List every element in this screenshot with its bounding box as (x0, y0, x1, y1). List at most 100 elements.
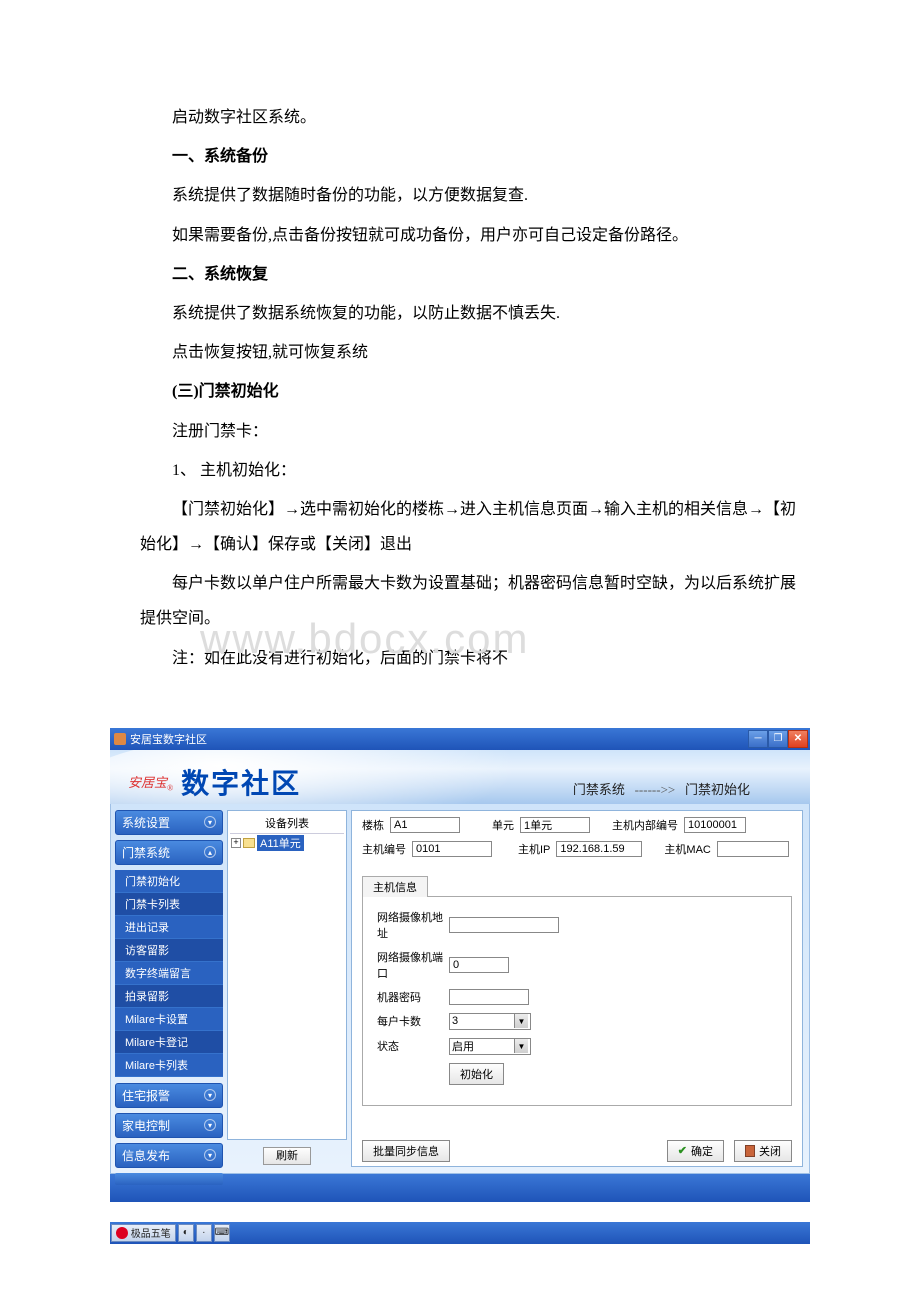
para: 点击恢复按钮,就可恢复系统 (140, 335, 810, 370)
input-camaddr[interactable] (449, 917, 559, 933)
batch-sync-button[interactable]: 批量同步信息 (362, 1140, 450, 1162)
sidebar-item-milare-reg[interactable]: Milare卡登记 (115, 1031, 223, 1054)
chevron-down-icon: ▾ (204, 1089, 216, 1101)
app-window: 安居宝数字社区 ─ ❐ ✕ 安居宝® 数字社区 门禁系统 ------>> 门禁… (110, 728, 810, 1202)
chevron-down-icon: ▾ (204, 1119, 216, 1131)
sidebar-section-alarm[interactable]: 住宅报警 ▾ (115, 1083, 223, 1108)
sidebar-section-access[interactable]: 门禁系统 ▴ (115, 840, 223, 865)
breadcrumb: 门禁系统 ------>> 门禁初始化 (573, 779, 750, 798)
chevron-down-icon: ▾ (204, 1149, 216, 1161)
ok-label: 确定 (691, 1143, 713, 1159)
breadcrumb-b: 门禁初始化 (685, 782, 750, 797)
taskbar-keyboard[interactable]: ⌨ (214, 1224, 230, 1242)
sidebar-item-capture[interactable]: 拍录留影 (115, 985, 223, 1008)
taskbar-dot[interactable]: ∙ (196, 1224, 212, 1242)
label-pwd: 机器密码 (377, 989, 449, 1005)
breadcrumb-a: 门禁系统 (573, 782, 625, 797)
para-note: 注：如在此没有进行初始化，后面的门禁卡将不 (140, 641, 810, 676)
close-form-button[interactable]: 关闭 (734, 1140, 792, 1162)
input-camport[interactable] (449, 957, 509, 973)
tree-node-label: A11单元 (257, 835, 304, 851)
sidebar-section-label: 家电控制 (122, 1117, 170, 1134)
sidebar: 系统设置 ▾ 门禁系统 ▴ 门禁初始化 门禁卡列表 进出记录 访客留影 数字终端… (111, 804, 227, 1173)
chevron-down-icon: ▼ (514, 1014, 528, 1028)
window-titlebar[interactable]: 安居宝数字社区 ─ ❐ ✕ (110, 728, 810, 750)
select-cards[interactable]: 3 ▼ (449, 1013, 531, 1030)
para: 如果需要备份,点击备份按钮就可成功备份，用户亦可自己设定备份路径。 (140, 218, 810, 253)
close-label: 关闭 (759, 1143, 781, 1159)
para: 1、 主机初始化： (140, 453, 810, 488)
select-state[interactable]: 启用 ▼ (449, 1038, 531, 1055)
label-ip: 主机IP (518, 841, 550, 857)
chevron-down-icon: ▼ (514, 1039, 528, 1053)
sidebar-item-cardlist[interactable]: 门禁卡列表 (115, 893, 223, 916)
sidebar-section-label: 系统设置 (122, 814, 170, 831)
input-innerno[interactable] (684, 817, 746, 833)
banner: 安居宝® 数字社区 门禁系统 ------>> 门禁初始化 (110, 750, 810, 804)
heading-1: 一、系统备份 (140, 139, 810, 174)
tab-hostinfo[interactable]: 主机信息 (362, 876, 428, 897)
device-tree[interactable]: 设备列表 + A11单元 (227, 810, 347, 1140)
sidebar-section-appliance[interactable]: 家电控制 ▾ (115, 1113, 223, 1138)
sidebar-section-label: 门禁系统 (122, 844, 170, 861)
input-unit[interactable] (520, 817, 590, 833)
sidebar-section-system[interactable]: 系统设置 ▾ (115, 810, 223, 835)
tree-node[interactable]: + A11单元 (230, 834, 344, 852)
taskbar: 极品五笔 ◐ ∙ ⌨ (110, 1222, 810, 1244)
door-icon (745, 1145, 755, 1157)
check-icon: ✔ (678, 1144, 687, 1157)
ok-button[interactable]: ✔ 确定 (667, 1140, 724, 1162)
label-camaddr: 网络摄像机地址 (377, 909, 449, 941)
input-pwd[interactable] (449, 989, 529, 1005)
sidebar-footer-strip (115, 1173, 223, 1185)
select-state-value: 启用 (452, 1038, 474, 1054)
app-icon (114, 733, 126, 745)
sidebar-items: 门禁初始化 门禁卡列表 进出记录 访客留影 数字终端留言 拍录留影 Milare… (115, 870, 223, 1077)
close-button[interactable]: ✕ (788, 730, 808, 748)
label-building: 楼栋 (362, 817, 384, 833)
folder-icon (243, 838, 255, 848)
para: 注册门禁卡： (140, 414, 810, 449)
init-button[interactable]: 初始化 (449, 1063, 504, 1085)
taskbar-moon[interactable]: ◐ (178, 1224, 194, 1242)
input-building[interactable] (390, 817, 460, 833)
input-mac[interactable] (717, 841, 789, 857)
window-title: 安居宝数字社区 (130, 731, 207, 747)
sidebar-section-info[interactable]: 信息发布 ▾ (115, 1143, 223, 1168)
heading-2: 二、系统恢复 (140, 257, 810, 292)
sidebar-item-terminal[interactable]: 数字终端留言 (115, 962, 223, 985)
tree-header: 设备列表 (230, 813, 344, 834)
ime-icon (116, 1227, 128, 1239)
ime-label: 极品五笔 (131, 1225, 171, 1240)
dot-icon: ∙ (202, 1227, 205, 1238)
sidebar-item-milare-list[interactable]: Milare卡列表 (115, 1054, 223, 1077)
input-ip[interactable] (556, 841, 642, 857)
maximize-button[interactable]: ❐ (768, 730, 788, 748)
para: 【门禁初始化】→选中需初始化的楼栋→进入主机信息页面→输入主机的相关信息→【初始… (140, 492, 810, 562)
taskbar-ime[interactable]: 极品五笔 (111, 1224, 176, 1242)
keyboard-icon: ⌨ (215, 1227, 229, 1238)
heading-3: (三)门禁初始化 (140, 374, 810, 409)
sidebar-item-visitor[interactable]: 访客留影 (115, 939, 223, 962)
brand-logo-icon: 安居宝® (128, 772, 173, 793)
chevron-down-icon: ▾ (204, 816, 216, 828)
minimize-button[interactable]: ─ (748, 730, 768, 748)
moon-icon: ◐ (183, 1227, 189, 1238)
sidebar-item-milare-set[interactable]: Milare卡设置 (115, 1008, 223, 1031)
label-camport: 网络摄像机端口 (377, 949, 449, 981)
sidebar-item-records[interactable]: 进出记录 (115, 916, 223, 939)
label-unit: 单元 (492, 817, 514, 833)
document-body: 启动数字社区系统。 一、系统备份 系统提供了数据随时备份的功能，以方便数据复查.… (0, 0, 920, 720)
para: 系统提供了数据系统恢复的功能，以防止数据不慎丢失. (140, 296, 810, 331)
expand-icon[interactable]: + (231, 838, 241, 848)
select-cards-value: 3 (452, 1015, 458, 1027)
content-panel: 楼栋 单元 主机内部编号 主机编号 主机IP 主机MAC 主机信息 (351, 810, 803, 1167)
tab-content: 网络摄像机地址 网络摄像机端口 机器密码 每户卡数 3 ▼ (362, 896, 792, 1106)
chevron-up-icon: ▴ (204, 846, 216, 858)
label-cards: 每户卡数 (377, 1013, 449, 1029)
input-hostno[interactable] (412, 841, 492, 857)
label-mac: 主机MAC (664, 841, 710, 857)
sidebar-item-init[interactable]: 门禁初始化 (115, 870, 223, 893)
refresh-button[interactable]: 刷新 (263, 1147, 311, 1165)
para: 每户卡数以单户住户所需最大卡数为设置基础；机器密码信息暂时空缺，为以后系统扩展提… (140, 566, 810, 636)
